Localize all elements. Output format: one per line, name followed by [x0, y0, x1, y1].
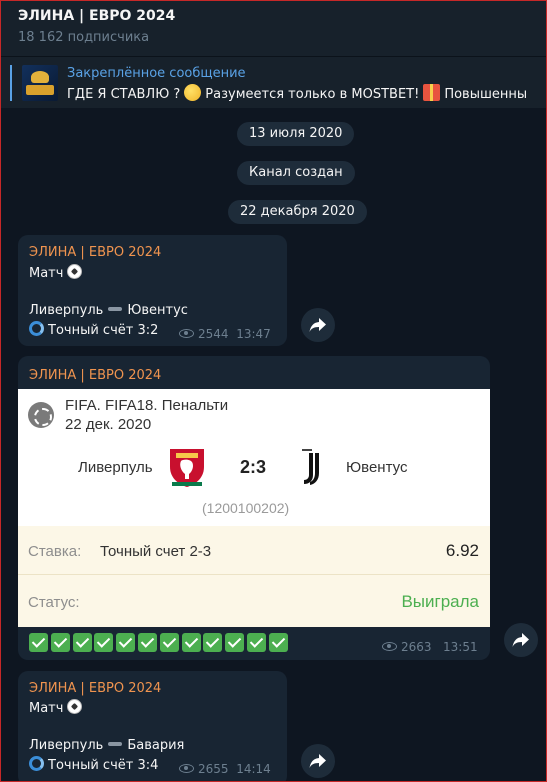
service-message: Канал создан: [237, 161, 355, 185]
status-label: Статус:: [28, 594, 80, 611]
thinking-face-icon: [184, 84, 202, 101]
prediction-text: Точный счёт 3:2: [48, 323, 159, 338]
check-mark-icon: [137, 633, 157, 652]
match-label: Матч: [29, 701, 64, 716]
liverpool-crest-icon: [170, 449, 204, 487]
checkmarks-row: [29, 633, 291, 653]
juventus-crest-icon: [302, 449, 319, 485]
pinned-accent-bar: [10, 65, 12, 101]
match-teams: Ливерпуль Бавария: [29, 738, 184, 753]
event-id: (1200100202): [202, 500, 290, 516]
message-author[interactable]: ЭЛИНА | ЕВРО 2024: [29, 245, 161, 260]
share-button[interactable]: [504, 623, 538, 657]
date-separator: 13 июля 2020: [237, 122, 355, 146]
team-home: Ливерпуль: [29, 303, 104, 318]
bet-coupon-image[interactable]: FIFA. FIFA18. Пенальти 22 дек. 2020 Ливе…: [18, 389, 490, 627]
dash-icon: [108, 742, 123, 746]
pinned-message-bar[interactable]: Закреплённое сообщение ГДЕ Я СТАВЛЮ ? Раз…: [0, 56, 547, 108]
pinned-text: ГДЕ Я СТАВЛЮ ? Разумеется только в MOSTBE…: [67, 84, 527, 102]
divider: [18, 574, 490, 575]
views-icon: [179, 764, 194, 773]
match-score: 2:3: [240, 457, 267, 477]
pinned-label: Закреплённое сообщение: [67, 66, 246, 81]
status-value: Выиграла: [401, 592, 479, 611]
prediction-line: Точный счёт 3:2: [29, 321, 158, 338]
message-meta: 2544 13:47: [179, 327, 271, 341]
prediction-line: Точный счёт 3:4: [29, 756, 158, 773]
check-mark-icon: [94, 633, 114, 652]
match-teams: Ливерпуль Ювентус: [29, 303, 188, 318]
views-icon: [179, 329, 194, 338]
message-author[interactable]: ЭЛИНА | ЕВРО 2024: [29, 368, 161, 383]
message-time: 13:47: [236, 327, 271, 341]
message-bubble[interactable]: ЭЛИНА | ЕВРО 2024 Матч Ливерпуль Ювентус …: [18, 235, 287, 346]
check-mark-icon: [159, 633, 179, 652]
gamepad-icon: [28, 402, 54, 428]
gift-icon: [423, 84, 441, 101]
stake-label: Ставка:: [28, 543, 82, 560]
message-title: Матч: [29, 699, 83, 716]
check-mark-icon: [203, 633, 223, 652]
stake-value: Точный счет 2-3: [100, 543, 212, 560]
share-button[interactable]: [301, 308, 335, 342]
share-arrow-icon: [512, 633, 529, 647]
message-bubble[interactable]: ЭЛИНА | ЕВРО 2024 Матч Ливерпуль Бавария …: [18, 671, 287, 782]
view-count: 2663: [401, 640, 432, 654]
check-mark-icon: [50, 633, 70, 652]
check-mark-icon: [72, 633, 92, 652]
cyclone-icon: [29, 321, 44, 336]
view-count: 2655: [198, 762, 229, 776]
match-date: 22 дек. 2020: [65, 416, 152, 433]
odds-value: 6.92: [445, 541, 479, 560]
match-label: Матч: [29, 266, 64, 281]
cyclone-icon: [29, 756, 44, 771]
pinned-text-part1: ГДЕ Я СТАВЛЮ ?: [67, 87, 181, 102]
team-home: Ливерпуль: [29, 738, 104, 753]
team-away: Ювентус: [346, 459, 408, 476]
team-home: Ливерпуль: [78, 459, 153, 476]
check-mark-icon: [246, 633, 266, 652]
pinned-thumbnail: [22, 65, 58, 101]
channel-header[interactable]: ЭЛИНА | ЕВРО 2024 18 162 подписчика: [0, 0, 547, 56]
dash-icon: [108, 307, 123, 311]
share-arrow-icon: [309, 318, 326, 332]
message-title: Матч: [29, 264, 83, 281]
message-meta: 2655 14:14: [179, 762, 271, 776]
message-author[interactable]: ЭЛИНА | ЕВРО 2024: [29, 681, 161, 696]
soccer-ball-icon: [67, 264, 83, 279]
channel-title[interactable]: ЭЛИНА | ЕВРО 2024: [18, 8, 175, 24]
check-mark-icon: [268, 633, 288, 652]
check-mark-icon: [29, 633, 48, 652]
check-mark-icon: [181, 633, 201, 652]
view-count: 2544: [198, 327, 229, 341]
share-arrow-icon: [309, 754, 326, 768]
message-time: 13:51: [443, 640, 478, 654]
check-mark-icon: [116, 633, 136, 652]
views-icon: [382, 642, 397, 651]
check-mark-icon: [225, 633, 245, 652]
prediction-text: Точный счёт 3:4: [48, 758, 159, 773]
team-away: Ювентус: [127, 303, 188, 318]
league-name: FIFA. FIFA18. Пенальти: [65, 397, 229, 414]
message-time: 14:14: [236, 762, 271, 776]
date-separator: 22 декабря 2020: [228, 200, 367, 224]
share-button[interactable]: [301, 744, 335, 778]
pinned-text-part3: Повышенны: [444, 87, 528, 102]
team-away: Бавария: [127, 738, 185, 753]
subscriber-count: 18 162 подписчика: [18, 30, 150, 45]
pinned-text-part2: Разумеется только в MOSTBET!: [205, 87, 420, 102]
message-meta: 2663 13:51: [382, 640, 478, 654]
soccer-ball-icon: [67, 699, 83, 714]
bet-details: Ставка: Точный счет 2-3 6.92 Статус: Выи…: [18, 526, 490, 627]
